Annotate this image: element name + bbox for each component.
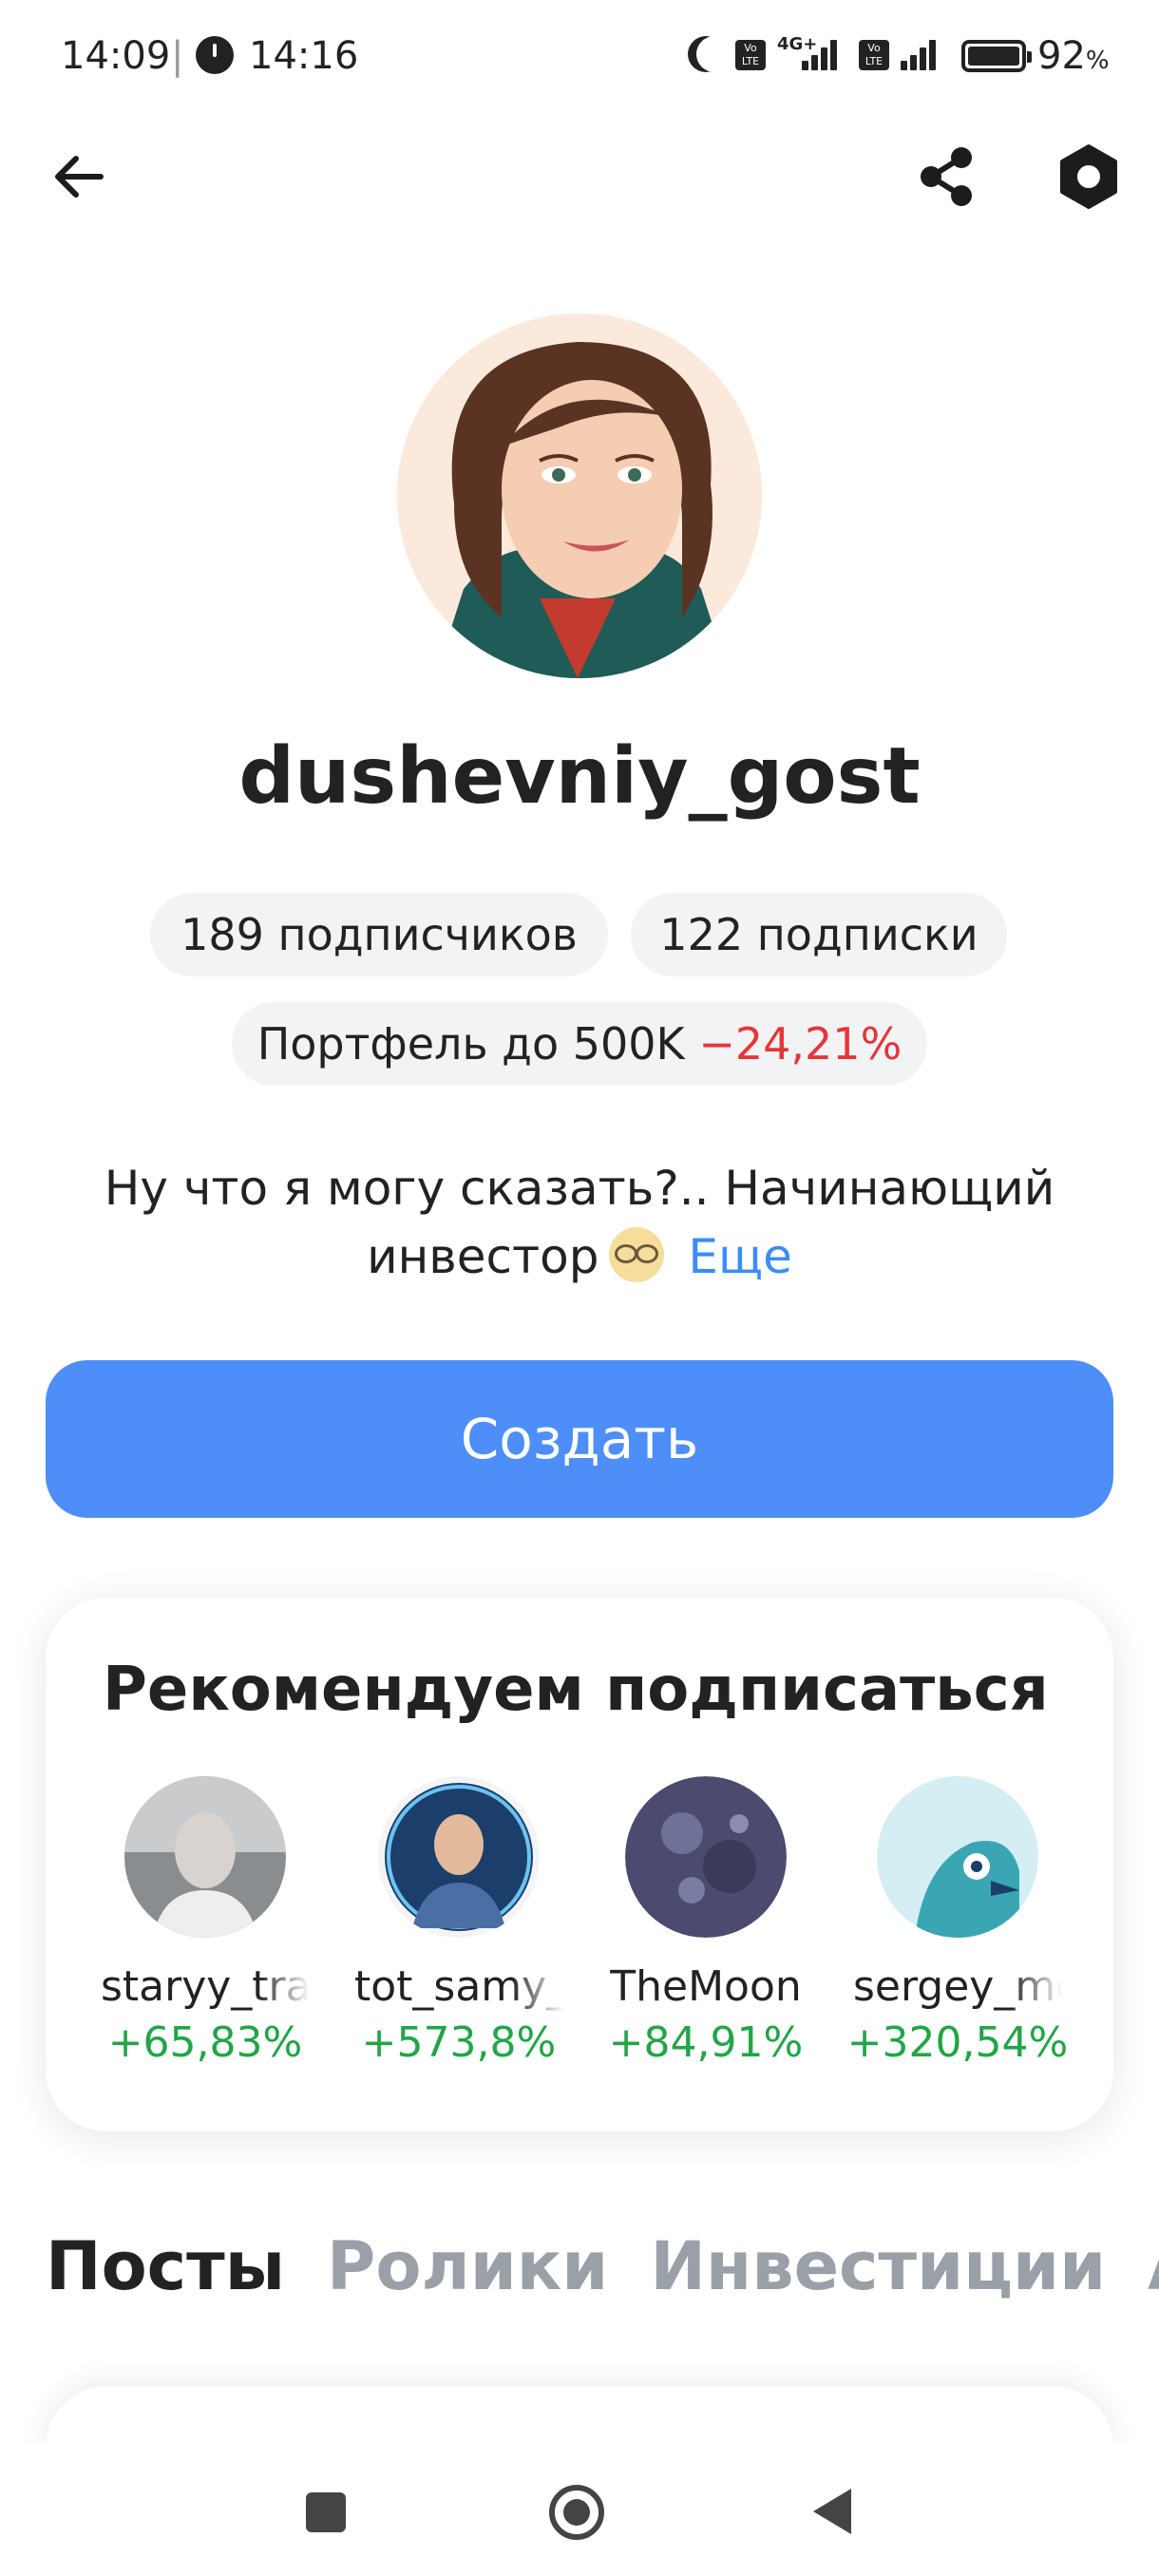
recommend-change: +84,91% — [608, 2018, 804, 2067]
profile-avatar[interactable] — [397, 313, 762, 678]
portfolio-label: Портфель до 500K — [256, 1018, 685, 1070]
recommend-name: tot_samy_ — [354, 1962, 563, 2011]
share-button[interactable] — [912, 142, 980, 211]
recommend-card: Рекомендуем подписаться staryy_trader +6… — [46, 1598, 1113, 2131]
volte-icon-2: Vo LTE — [859, 40, 889, 70]
profile-tabs: Посты Ролики Инвестиции Акти — [46, 2227, 1159, 2313]
back-triangle-icon[interactable] — [813, 2489, 851, 2534]
avatar — [378, 1776, 540, 1938]
create-button[interactable]: Создать — [46, 1360, 1113, 1518]
battery-percent: 92% — [1037, 34, 1110, 78]
tab-posts[interactable]: Посты — [46, 2227, 285, 2305]
recommend-change: +320,54% — [846, 2018, 1069, 2067]
recommend-title: Рекомендуем подписаться — [103, 1655, 1049, 1725]
home-icon[interactable] — [549, 2485, 604, 2540]
tab-reels[interactable]: Ролики — [327, 2227, 608, 2305]
recommend-name: staryy_trader — [101, 1962, 310, 2011]
status-time: 14:09 — [61, 34, 171, 78]
arrow-left-icon — [55, 156, 104, 198]
bio-line-2: инвестор — [367, 1229, 599, 1284]
signal-icon — [788, 38, 842, 70]
battery-icon — [961, 40, 1032, 72]
avatar — [124, 1776, 286, 1938]
recommend-item[interactable]: sergey_mo +320,54% — [834, 1776, 1081, 2067]
settings-button[interactable] — [1054, 142, 1123, 211]
signal-icon-2 — [893, 38, 946, 70]
share-icon — [921, 147, 972, 206]
recents-icon[interactable] — [306, 2492, 346, 2532]
avatar — [625, 1776, 787, 1938]
alarm-clock-icon — [196, 36, 234, 74]
recommend-item[interactable]: tot_samy_ +573,8% — [335, 1776, 582, 2067]
recommend-item[interactable]: staryy_trader +65,83% — [82, 1776, 329, 2067]
bio-line-1: Ну что я могу сказать?.. Начинающий — [104, 1161, 1055, 1216]
profile-username: dushevniy_gost — [238, 731, 921, 822]
recommend-name: sergey_mo — [853, 1962, 1062, 2011]
followers-chip[interactable]: 189 подписчиков — [150, 893, 608, 976]
status-bar: 14:09 | 14:16 Vo LTE 4G+ Vo LTE 92% — [0, 0, 1159, 114]
nerd-face-emoji-icon — [608, 1227, 664, 1282]
recommend-change: +65,83% — [107, 2018, 303, 2067]
status-separator: | — [171, 34, 184, 78]
tab-investments[interactable]: Инвестиции — [650, 2227, 1106, 2305]
recommend-name: TheMoon — [610, 1962, 802, 2011]
volte-icon: Vo LTE — [735, 40, 766, 70]
do-not-disturb-icon — [696, 36, 732, 72]
system-nav-bar — [0, 2443, 1159, 2576]
profile-bio: Ну что я могу сказать?.. Начинающий инве… — [76, 1154, 1083, 1291]
recommend-item[interactable]: TheMoon +84,91% — [582, 1776, 829, 2067]
portfolio-change: −24,21% — [698, 1018, 902, 1070]
bio-more-link[interactable]: Еще — [688, 1229, 791, 1284]
back-button[interactable] — [46, 142, 114, 211]
status-clock-time: 14:16 — [249, 34, 359, 78]
recommend-change: +573,8% — [361, 2018, 557, 2067]
following-chip[interactable]: 122 подписки — [631, 893, 1007, 976]
tab-activity[interactable]: Акти — [1148, 2227, 1159, 2305]
hexagon-settings-icon — [1060, 144, 1117, 209]
portfolio-chip[interactable]: Портфель до 500K −24,21% — [232, 1002, 927, 1086]
avatar — [877, 1776, 1038, 1938]
